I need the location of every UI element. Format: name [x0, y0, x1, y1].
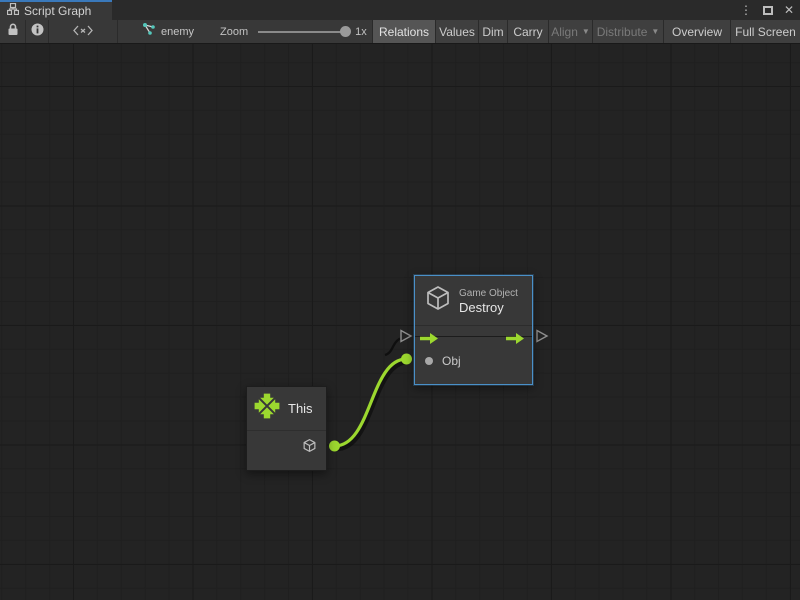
lock-icon [7, 23, 19, 41]
flow-enter-arrow-icon[interactable] [420, 331, 439, 349]
lock-button[interactable] [0, 20, 26, 43]
graph-hierarchy-icon [7, 2, 19, 20]
destroy-node-header[interactable]: Game Object Destroy [415, 276, 532, 326]
zoom-slider-handle[interactable] [340, 26, 351, 37]
overview-button[interactable]: Overview [663, 20, 730, 43]
connection-hook-shadow [385, 339, 400, 356]
relations-toggle[interactable]: Relations [372, 20, 435, 43]
fullscreen-button[interactable]: Full Screen [730, 20, 800, 43]
zoom-control: Zoom 1x [220, 20, 367, 43]
distribute-label: Distribute [597, 25, 648, 39]
relations-label: Relations [379, 25, 429, 39]
dim-toggle[interactable]: Dim [478, 20, 507, 43]
obj-port-label: Obj [442, 354, 461, 368]
graph-canvas[interactable]: Game Object Destroy Obj [0, 44, 800, 600]
info-button[interactable] [26, 20, 49, 43]
flow-exit-arrow-icon[interactable] [506, 331, 525, 349]
tab-title: Script Graph [24, 4, 91, 18]
overview-label: Overview [672, 25, 722, 39]
destroy-node-titles: Game Object Destroy [459, 287, 518, 315]
destroy-obj-input-port[interactable] [401, 354, 412, 365]
graph-toolbar: enemy Zoom 1x Relations Values Dim Carry… [0, 20, 800, 44]
fullscreen-label: Full Screen [735, 25, 796, 39]
zoom-value: 1x [355, 26, 367, 38]
code-brackets-icon [73, 23, 93, 41]
game-object-cube-icon [424, 284, 452, 317]
maximize-icon[interactable] [763, 6, 773, 15]
this-node-header[interactable]: This [247, 387, 326, 431]
carry-toggle[interactable]: Carry [507, 20, 548, 43]
kebab-menu-icon[interactable]: ⋮ [740, 4, 752, 16]
graph-nodes-icon [142, 22, 156, 41]
values-label: Values [439, 25, 475, 39]
obj-port-dot-icon[interactable] [425, 357, 433, 365]
distribute-dropdown[interactable]: Distribute ▼ [592, 20, 663, 43]
carry-label: Carry [513, 25, 542, 39]
node-this[interactable]: This [246, 386, 327, 471]
zoom-label: Zoom [220, 26, 248, 38]
chevron-down-icon: ▼ [582, 27, 590, 36]
node-title: This [288, 401, 313, 416]
window-controls: ⋮ ✕ [740, 0, 794, 20]
edge-layer [0, 44, 800, 600]
tab-script-graph[interactable]: Script Graph [0, 0, 112, 20]
info-icon [31, 23, 44, 41]
align-dropdown[interactable]: Align ▼ [548, 20, 592, 43]
graph-reference[interactable]: enemy [142, 20, 194, 43]
graph-name: enemy [161, 26, 194, 38]
close-icon[interactable]: ✕ [784, 4, 794, 16]
align-label: Align [551, 25, 578, 39]
this-output-port[interactable] [329, 441, 340, 452]
destroy-flow-row [415, 326, 532, 348]
this-converge-arrows-icon [253, 392, 281, 425]
inspect-code-button[interactable] [49, 20, 118, 43]
values-toggle[interactable]: Values [435, 20, 478, 43]
titlebar: Script Graph ⋮ ✕ [0, 0, 800, 20]
dim-label: Dim [482, 25, 503, 39]
node-title: Destroy [459, 300, 518, 315]
destroy-obj-row[interactable]: Obj [415, 348, 532, 374]
connection-shadow [337, 362, 409, 449]
game-object-cube-icon-small[interactable] [302, 438, 317, 458]
node-destroy[interactable]: Game Object Destroy Obj [414, 275, 533, 385]
value-connection[interactable] [335, 359, 407, 446]
zoom-slider[interactable] [258, 31, 346, 33]
node-category: Game Object [459, 287, 518, 300]
destroy-flow-output-port[interactable] [537, 331, 547, 342]
destroy-flow-input-port[interactable] [401, 331, 411, 342]
chevron-down-icon: ▼ [651, 27, 659, 36]
